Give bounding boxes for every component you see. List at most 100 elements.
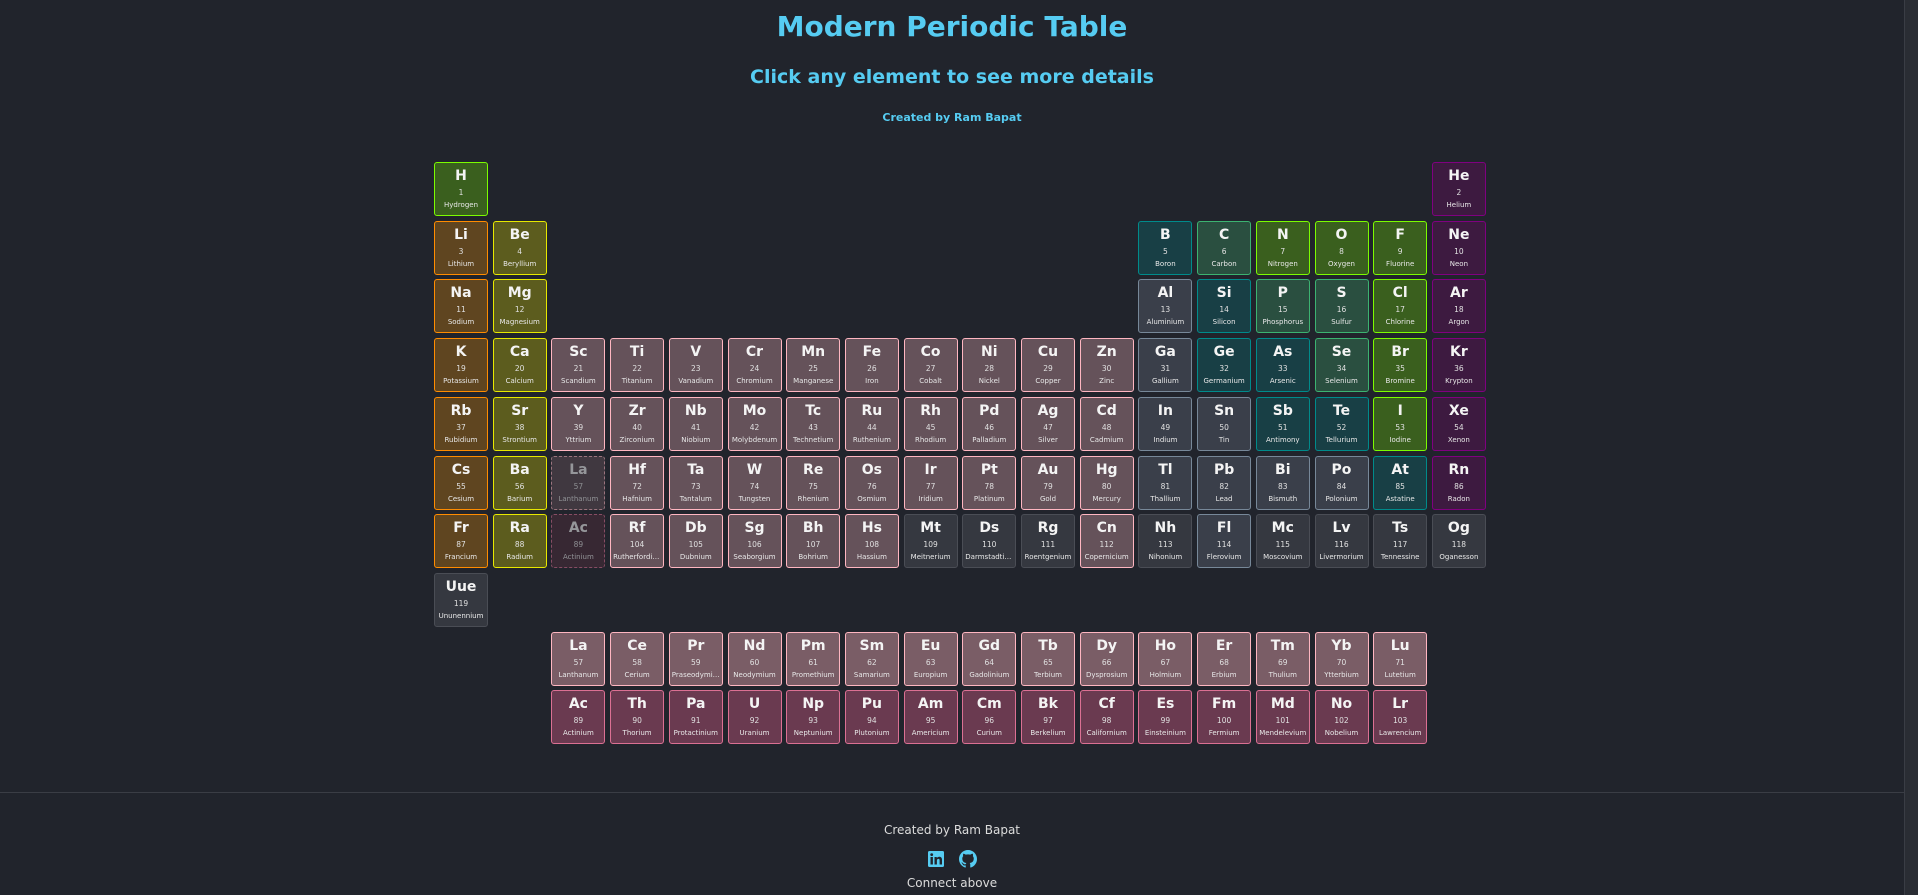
element-sb[interactable]: Sb 51 Antimony xyxy=(1255,396,1310,451)
element-o[interactable]: O 8 Oxygen xyxy=(1314,220,1369,275)
element-cr[interactable]: Cr 24 Chromium xyxy=(727,338,782,393)
element-au[interactable]: Au 79 Gold xyxy=(1021,455,1075,510)
element-po[interactable]: Po 84 Polonium xyxy=(1314,455,1369,510)
element-be[interactable]: Be 4 Beryllium xyxy=(492,220,547,275)
element-cf[interactable]: Cf 98 Californium xyxy=(1079,690,1134,745)
element-fr[interactable]: Fr 87 Francium xyxy=(434,514,488,569)
element-i[interactable]: I 53 Iodine xyxy=(1373,396,1428,451)
element-os[interactable]: Os 76 Osmium xyxy=(844,455,899,510)
element-np[interactable]: Np 93 Neptunium xyxy=(786,690,841,745)
element-ir[interactable]: Ir 77 Iridium xyxy=(903,455,958,510)
element-rn[interactable]: Rn 86 Radon xyxy=(1431,455,1486,510)
element-uue[interactable]: Uue 119 Ununennium xyxy=(434,572,488,627)
element-sr[interactable]: Sr 38 Strontium xyxy=(492,396,547,451)
element-nh[interactable]: Nh 113 Nihonium xyxy=(1138,514,1193,569)
element-th[interactable]: Th 90 Thorium xyxy=(610,690,665,745)
element-rf[interactable]: Rf 104 Rutherfordium xyxy=(610,514,665,569)
element-sg[interactable]: Sg 106 Seaborgium xyxy=(727,514,782,569)
element-zn[interactable]: Zn 30 Zinc xyxy=(1079,338,1134,393)
element-na[interactable]: Na 11 Sodium xyxy=(434,279,488,334)
element-at[interactable]: At 85 Astatine xyxy=(1373,455,1428,510)
element-ho[interactable]: Ho 67 Holmium xyxy=(1138,631,1193,686)
element-as[interactable]: As 33 Arsenic xyxy=(1255,338,1310,393)
element-hs[interactable]: Hs 108 Hassium xyxy=(844,514,899,569)
element-f[interactable]: F 9 Fluorine xyxy=(1373,220,1428,275)
element-se[interactable]: Se 34 Selenium xyxy=(1314,338,1369,393)
element-bi[interactable]: Bi 83 Bismuth xyxy=(1255,455,1310,510)
element-lu[interactable]: Lu 71 Lutetium xyxy=(1373,631,1428,686)
element-mt[interactable]: Mt 109 Meitnerium xyxy=(903,514,958,569)
element-lr[interactable]: Lr 103 Lawrencium xyxy=(1373,690,1428,745)
element-k[interactable]: K 19 Potassium xyxy=(434,338,488,393)
element-eu[interactable]: Eu 63 Europium xyxy=(903,631,958,686)
element-in[interactable]: In 49 Indium xyxy=(1138,396,1193,451)
element-db[interactable]: Db 105 Dubnium xyxy=(668,514,723,569)
element-cu[interactable]: Cu 29 Copper xyxy=(1021,338,1075,393)
element-ts[interactable]: Ts 117 Tennessine xyxy=(1373,514,1428,569)
element-yb[interactable]: Yb 70 Ytterbium xyxy=(1314,631,1369,686)
element-es[interactable]: Es 99 Einsteinium xyxy=(1138,690,1193,745)
element-cs[interactable]: Cs 55 Cesium xyxy=(434,455,488,510)
element-fm[interactable]: Fm 100 Fermium xyxy=(1197,690,1252,745)
element-am[interactable]: Am 95 Americium xyxy=(903,690,958,745)
element-he[interactable]: He 2 Helium xyxy=(1431,162,1486,216)
element-bk[interactable]: Bk 97 Berkelium xyxy=(1021,690,1075,745)
element-dy[interactable]: Dy 66 Dysprosium xyxy=(1079,631,1134,686)
element-y[interactable]: Y 39 Yttrium xyxy=(551,396,606,451)
element-hg[interactable]: Hg 80 Mercury xyxy=(1079,455,1134,510)
element-co[interactable]: Co 27 Cobalt xyxy=(903,338,958,393)
element-fe[interactable]: Fe 26 Iron xyxy=(844,338,899,393)
element-mo[interactable]: Mo 42 Molybdenum xyxy=(727,396,782,451)
element-sc[interactable]: Sc 21 Scandium xyxy=(551,338,606,393)
element-rh[interactable]: Rh 45 Rhodium xyxy=(903,396,958,451)
element-ge[interactable]: Ge 32 Germanium xyxy=(1197,338,1252,393)
element-ca[interactable]: Ca 20 Calcium xyxy=(492,338,547,393)
element-al[interactable]: Al 13 Aluminium xyxy=(1138,279,1193,334)
element-ac[interactable]: Ac 89 Actinium xyxy=(551,690,606,745)
element-pa[interactable]: Pa 91 Protactinium xyxy=(668,690,723,745)
element-rb[interactable]: Rb 37 Rubidium xyxy=(434,396,488,451)
element-ce[interactable]: Ce 58 Cerium xyxy=(610,631,665,686)
element-tl[interactable]: Tl 81 Thallium xyxy=(1138,455,1193,510)
element-ne[interactable]: Ne 10 Neon xyxy=(1431,220,1486,275)
element-pt[interactable]: Pt 78 Platinum xyxy=(962,455,1017,510)
element-re[interactable]: Re 75 Rhenium xyxy=(786,455,841,510)
element-pr[interactable]: Pr 59 Praseodymium xyxy=(668,631,723,686)
element-pb[interactable]: Pb 82 Lead xyxy=(1197,455,1252,510)
element-xe[interactable]: Xe 54 Xenon xyxy=(1431,396,1486,451)
element-mg[interactable]: Mg 12 Magnesium xyxy=(492,279,547,334)
element-pu[interactable]: Pu 94 Plutonium xyxy=(844,690,899,745)
element-sm[interactable]: Sm 62 Samarium xyxy=(844,631,899,686)
element-pm[interactable]: Pm 61 Promethium xyxy=(786,631,841,686)
element-tb[interactable]: Tb 65 Terbium xyxy=(1021,631,1075,686)
element-og[interactable]: Og 118 Oganesson xyxy=(1431,514,1486,569)
element-ti[interactable]: Ti 22 Titanium xyxy=(610,338,665,393)
element-ar[interactable]: Ar 18 Argon xyxy=(1431,279,1486,334)
element-gd[interactable]: Gd 64 Gadolinium xyxy=(962,631,1017,686)
element-ni[interactable]: Ni 28 Nickel xyxy=(962,338,1017,393)
element-lv[interactable]: Lv 116 Livermorium xyxy=(1314,514,1369,569)
element-bh[interactable]: Bh 107 Bohrium xyxy=(786,514,841,569)
element-h[interactable]: H 1 Hydrogen xyxy=(434,162,488,216)
element-br[interactable]: Br 35 Bromine xyxy=(1373,338,1428,393)
element-ta[interactable]: Ta 73 Tantalum xyxy=(668,455,723,510)
element-cm[interactable]: Cm 96 Curium xyxy=(962,690,1017,745)
element-ra[interactable]: Ra 88 Radium xyxy=(492,514,547,569)
element-si[interactable]: Si 14 Silicon xyxy=(1197,279,1252,334)
element-nd[interactable]: Nd 60 Neodymium xyxy=(727,631,782,686)
element-te[interactable]: Te 52 Tellurium xyxy=(1314,396,1369,451)
element-c[interactable]: C 6 Carbon xyxy=(1197,220,1252,275)
element-u[interactable]: U 92 Uranium xyxy=(727,690,782,745)
element-tc[interactable]: Tc 43 Technetium xyxy=(786,396,841,451)
element-er[interactable]: Er 68 Erbium xyxy=(1197,631,1252,686)
github-icon[interactable] xyxy=(959,850,977,868)
element-tm[interactable]: Tm 69 Thulium xyxy=(1255,631,1310,686)
element-ru[interactable]: Ru 44 Ruthenium xyxy=(844,396,899,451)
element-ba[interactable]: Ba 56 Barium xyxy=(492,455,547,510)
placeholder-ac[interactable]: Ac 89 Actinium xyxy=(551,514,606,569)
element-n[interactable]: N 7 Nitrogen xyxy=(1255,220,1310,275)
element-b[interactable]: B 5 Boron xyxy=(1138,220,1193,275)
element-kr[interactable]: Kr 36 Krypton xyxy=(1431,338,1486,393)
element-hf[interactable]: Hf 72 Hafnium xyxy=(610,455,665,510)
element-no[interactable]: No 102 Nobelium xyxy=(1314,690,1369,745)
